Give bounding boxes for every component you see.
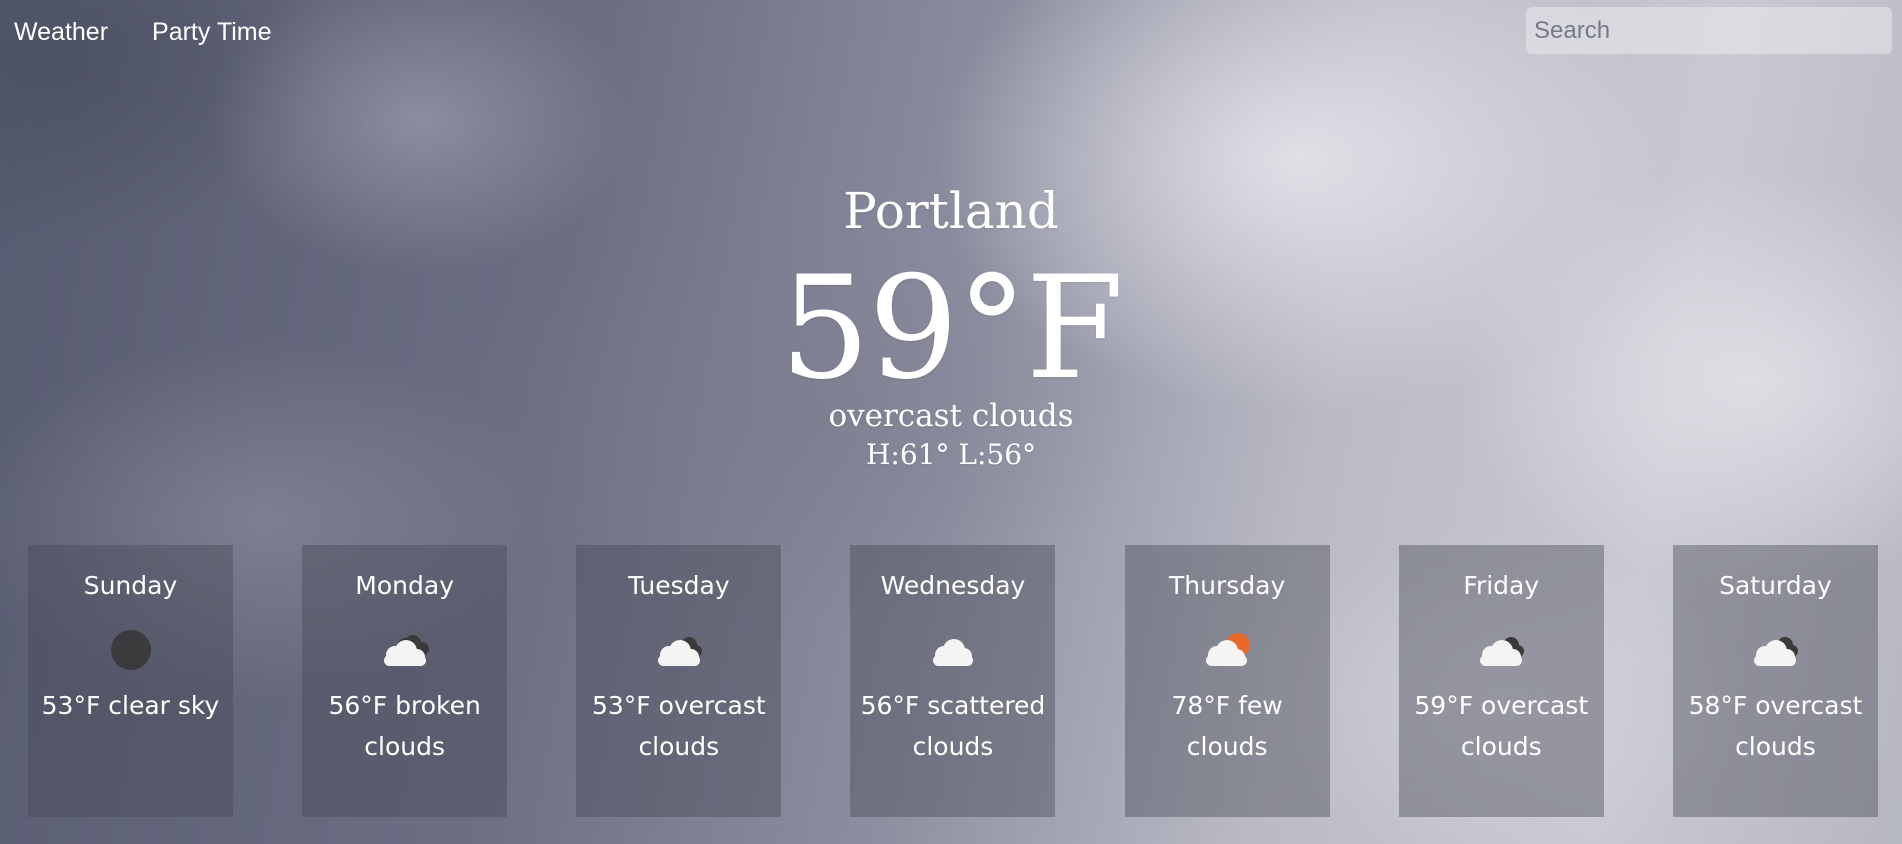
day-summary: 78°F few clouds [1171,691,1283,761]
current-weather: Portland 59°F overcast clouds H:61° L:56… [0,180,1902,472]
forecast-card-wednesday: Wednesday 56°F scattered clouds [850,545,1056,817]
nav-link-party-time[interactable]: Party Time [152,18,271,47]
day-name: Thursday [1169,571,1286,600]
forecast-card-friday: Friday 59°F overcast clouds [1398,545,1604,817]
day-summary: 56°F scattered clouds [860,691,1046,761]
overcast-clouds-icon [649,625,709,675]
day-summary: 59°F overcast clouds [1414,691,1589,761]
day-name: Friday [1463,571,1540,600]
forecast-card-monday: Monday 56°F broken clouds [302,545,508,817]
high-low: H:61° L:56° [865,438,1037,471]
overcast-clouds-icon [1471,625,1531,675]
few-clouds-icon [1197,625,1257,675]
day-summary: 53°F overcast clouds [591,691,766,761]
forecast-card-saturday: Saturday 58°F overcast clouds [1672,545,1878,817]
day-summary: 58°F overcast clouds [1688,691,1863,761]
current-description: overcast clouds [828,398,1074,434]
forecast-card-thursday: Thursday 78°F few clouds [1124,545,1330,817]
day-name: Monday [355,571,454,600]
scattered-clouds-icon [923,625,983,675]
city-name: Portland [843,182,1059,240]
day-summary: 53°F clear sky [41,691,220,720]
day-name: Wednesday [880,571,1026,600]
broken-clouds-icon [375,625,435,675]
nav-link-weather[interactable]: Weather [14,18,108,47]
top-nav: Weather Party Time [14,18,272,47]
day-name: Sunday [83,571,178,600]
overcast-clouds-icon [1745,625,1805,675]
clear-sky-icon [101,625,161,675]
current-temperature: 59°F [779,246,1124,411]
search-input[interactable] [1526,7,1892,54]
forecast-row: Sunday 53°F clear sky Monday 56°F broken… [28,545,1878,817]
forecast-card-tuesday: Tuesday 53°F overcast clouds [576,545,782,817]
day-summary: 56°F broken clouds [328,691,481,761]
day-name: Saturday [1719,571,1832,600]
forecast-card-sunday: Sunday 53°F clear sky [28,545,233,817]
day-name: Tuesday [627,571,730,600]
